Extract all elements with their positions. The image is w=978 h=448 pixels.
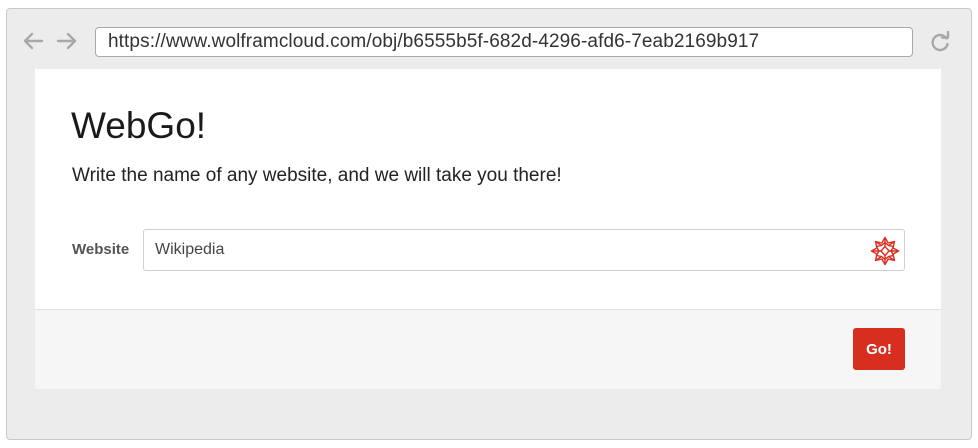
browser-window: https://www.wolframcloud.com/obj/b6555b5…: [6, 8, 972, 440]
reload-button[interactable]: [927, 29, 953, 55]
page-subtitle: Write the name of any website, and we wi…: [72, 165, 562, 186]
arrow-right-icon: [56, 32, 77, 50]
reload-icon: [931, 31, 950, 52]
website-field-label: Website: [72, 241, 130, 258]
form-footer: Go!: [35, 309, 941, 389]
wolfram-spikey-icon: [869, 235, 901, 267]
address-bar-url: https://www.wolframcloud.com/obj/b6555b5…: [108, 31, 760, 52]
go-button[interactable]: Go!: [853, 328, 905, 370]
page-title: WebGo!: [71, 105, 207, 146]
forward-button[interactable]: [55, 29, 79, 53]
website-input-value: Wikipedia: [155, 241, 225, 258]
page-content: WebGo! Write the name of any website, an…: [35, 69, 941, 389]
browser-toolbar: https://www.wolframcloud.com/obj/b6555b5…: [7, 9, 971, 69]
arrow-left-icon: [23, 32, 44, 50]
website-input[interactable]: Wikipedia: [143, 229, 905, 271]
back-button[interactable]: [21, 29, 45, 53]
address-bar[interactable]: https://www.wolframcloud.com/obj/b6555b5…: [95, 27, 913, 57]
